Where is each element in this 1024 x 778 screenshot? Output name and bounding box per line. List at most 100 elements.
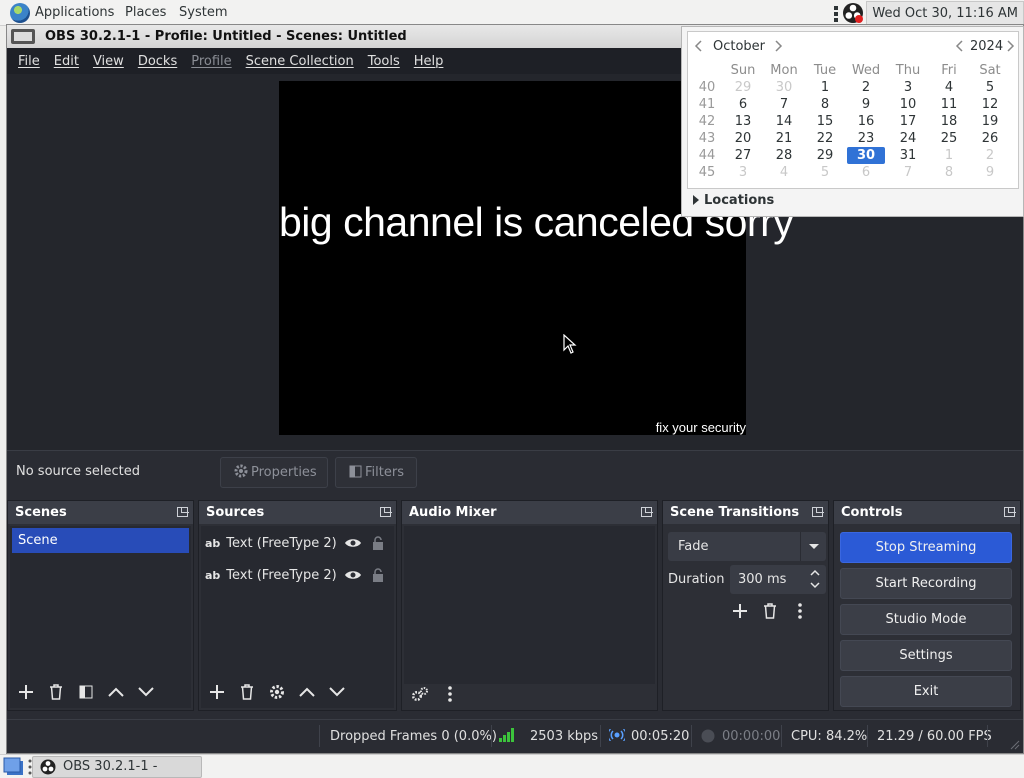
duration-spinbox[interactable]: 300 ms	[730, 565, 826, 594]
stop-streaming-button[interactable]: Stop Streaming	[840, 532, 1012, 563]
calendar-day[interactable]: 14	[765, 113, 803, 130]
calendar-day[interactable]: 21	[765, 130, 803, 147]
source-item[interactable]: ab Text (FreeType 2) 2	[205, 530, 390, 556]
system-menu[interactable]: System	[179, 0, 227, 26]
menu-docks[interactable]: Docks	[131, 54, 184, 69]
locations-expander[interactable]: Locations	[692, 193, 774, 208]
calendar-day[interactable]: 8	[806, 96, 844, 113]
properties-button[interactable]: Properties	[220, 457, 328, 488]
start-recording-button[interactable]: Start Recording	[840, 568, 1012, 599]
calendar-day[interactable]: 24	[889, 130, 927, 147]
add-scene-button[interactable]	[13, 679, 39, 705]
remove-scene-button[interactable]	[43, 679, 69, 705]
calendar-day[interactable]: 1	[930, 147, 968, 164]
advanced-audio-button[interactable]	[407, 681, 433, 707]
calendar-day[interactable]: 16	[847, 113, 885, 130]
calendar-day[interactable]: 20	[724, 130, 762, 147]
calendar-day[interactable]: 10	[889, 96, 927, 113]
calendar-day[interactable]: 25	[930, 130, 968, 147]
calendar-day[interactable]: 3	[724, 164, 762, 181]
calendar-day[interactable]: 23	[847, 130, 885, 147]
menu-view[interactable]: View	[86, 54, 131, 69]
menu-scene-collection[interactable]: Scene Collection	[239, 54, 361, 69]
calendar-day[interactable]: 22	[806, 130, 844, 147]
source-properties-button[interactable]	[264, 679, 290, 705]
calendar-day[interactable]: 29	[806, 147, 844, 164]
calendar-day[interactable]: 8	[930, 164, 968, 181]
studio-mode-button[interactable]: Studio Mode	[840, 604, 1012, 635]
calendar-day[interactable]: 31	[889, 147, 927, 164]
calendar-day[interactable]: 19	[971, 113, 1009, 130]
calendar-day[interactable]: 6	[847, 164, 885, 181]
obs-tray-icon[interactable]	[842, 2, 864, 24]
kebab-menu-icon[interactable]	[832, 4, 840, 22]
move-source-down-button[interactable]	[324, 679, 350, 705]
prev-year-icon[interactable]	[955, 40, 965, 52]
prev-month-icon[interactable]	[694, 40, 704, 52]
lock-icon[interactable]	[372, 568, 384, 582]
calendar-day[interactable]: 7	[765, 96, 803, 113]
eye-icon[interactable]	[344, 569, 362, 581]
menu-profile[interactable]: Profile	[184, 54, 238, 69]
move-scene-down-button[interactable]	[133, 679, 159, 705]
applications-menu[interactable]: Applications	[35, 0, 114, 26]
lock-icon[interactable]	[372, 536, 384, 550]
transition-select[interactable]: Fade	[668, 532, 826, 561]
scene-filters-button[interactable]	[73, 679, 99, 705]
add-transition-button[interactable]	[727, 598, 753, 624]
menu-tools[interactable]: Tools	[361, 54, 407, 69]
places-menu[interactable]: Places	[125, 0, 166, 26]
clock[interactable]: Wed Oct 30, 11:16 AM	[866, 1, 1024, 25]
menu-help[interactable]: Help	[407, 54, 451, 69]
undock-icon[interactable]	[1004, 507, 1016, 517]
resize-grip-icon[interactable]	[1010, 740, 1020, 750]
remove-transition-button[interactable]	[757, 598, 783, 624]
calendar-day[interactable]: 18	[930, 113, 968, 130]
calendar-day[interactable]: 4	[765, 164, 803, 181]
calendar-day[interactable]: 30	[847, 147, 885, 164]
preview-canvas[interactable]: big channel is canceled sorry fix your s…	[279, 81, 794, 435]
calendar-day[interactable]: 5	[971, 79, 1009, 96]
show-desktop-icon[interactable]	[3, 757, 25, 777]
calendar-day[interactable]: 13	[724, 113, 762, 130]
calendar-day[interactable]: 17	[889, 113, 927, 130]
calendar-day[interactable]: 9	[847, 96, 885, 113]
undock-icon[interactable]	[380, 507, 392, 517]
move-scene-up-button[interactable]	[103, 679, 129, 705]
calendar-day[interactable]: 12	[971, 96, 1009, 113]
calendar-day[interactable]: 7	[889, 164, 927, 181]
calendar-day[interactable]: 2	[847, 79, 885, 96]
spin-arrows-icon[interactable]	[809, 566, 821, 592]
filters-button[interactable]: Filters	[335, 457, 417, 488]
calendar-day[interactable]: 28	[765, 147, 803, 164]
move-source-up-button[interactable]	[294, 679, 320, 705]
exit-button[interactable]: Exit	[840, 676, 1012, 707]
calendar-day[interactable]: 4	[930, 79, 968, 96]
next-year-icon[interactable]	[1005, 40, 1015, 52]
undock-icon[interactable]	[812, 507, 824, 517]
undock-icon[interactable]	[177, 507, 189, 517]
calendar-day[interactable]: 29	[724, 79, 762, 96]
undock-icon[interactable]	[641, 507, 653, 517]
remove-source-button[interactable]	[234, 679, 260, 705]
calendar-day[interactable]: 27	[724, 147, 762, 164]
calendar-day[interactable]: 5	[806, 164, 844, 181]
menu-file[interactable]: File	[11, 54, 47, 69]
settings-button[interactable]: Settings	[840, 640, 1012, 671]
audio-mixer-menu-button[interactable]	[437, 681, 463, 707]
distro-logo-icon[interactable]	[10, 3, 30, 23]
calendar-day[interactable]: 15	[806, 113, 844, 130]
calendar-day[interactable]: 9	[971, 164, 1009, 181]
scene-item[interactable]: Scene	[12, 528, 189, 553]
next-month-icon[interactable]	[773, 40, 783, 52]
calendar-day[interactable]: 6	[724, 96, 762, 113]
calendar-day[interactable]: 11	[930, 96, 968, 113]
calendar-day[interactable]: 26	[971, 130, 1009, 147]
source-item[interactable]: ab Text (FreeType 2)	[205, 562, 390, 588]
taskbar-window-button[interactable]: OBS 30.2.1-1 - Profil...	[32, 756, 202, 778]
calendar-day[interactable]: 1	[806, 79, 844, 96]
add-source-button[interactable]	[204, 679, 230, 705]
eye-icon[interactable]	[344, 537, 362, 549]
menu-edit[interactable]: Edit	[47, 54, 86, 69]
calendar-day[interactable]: 2	[971, 147, 1009, 164]
